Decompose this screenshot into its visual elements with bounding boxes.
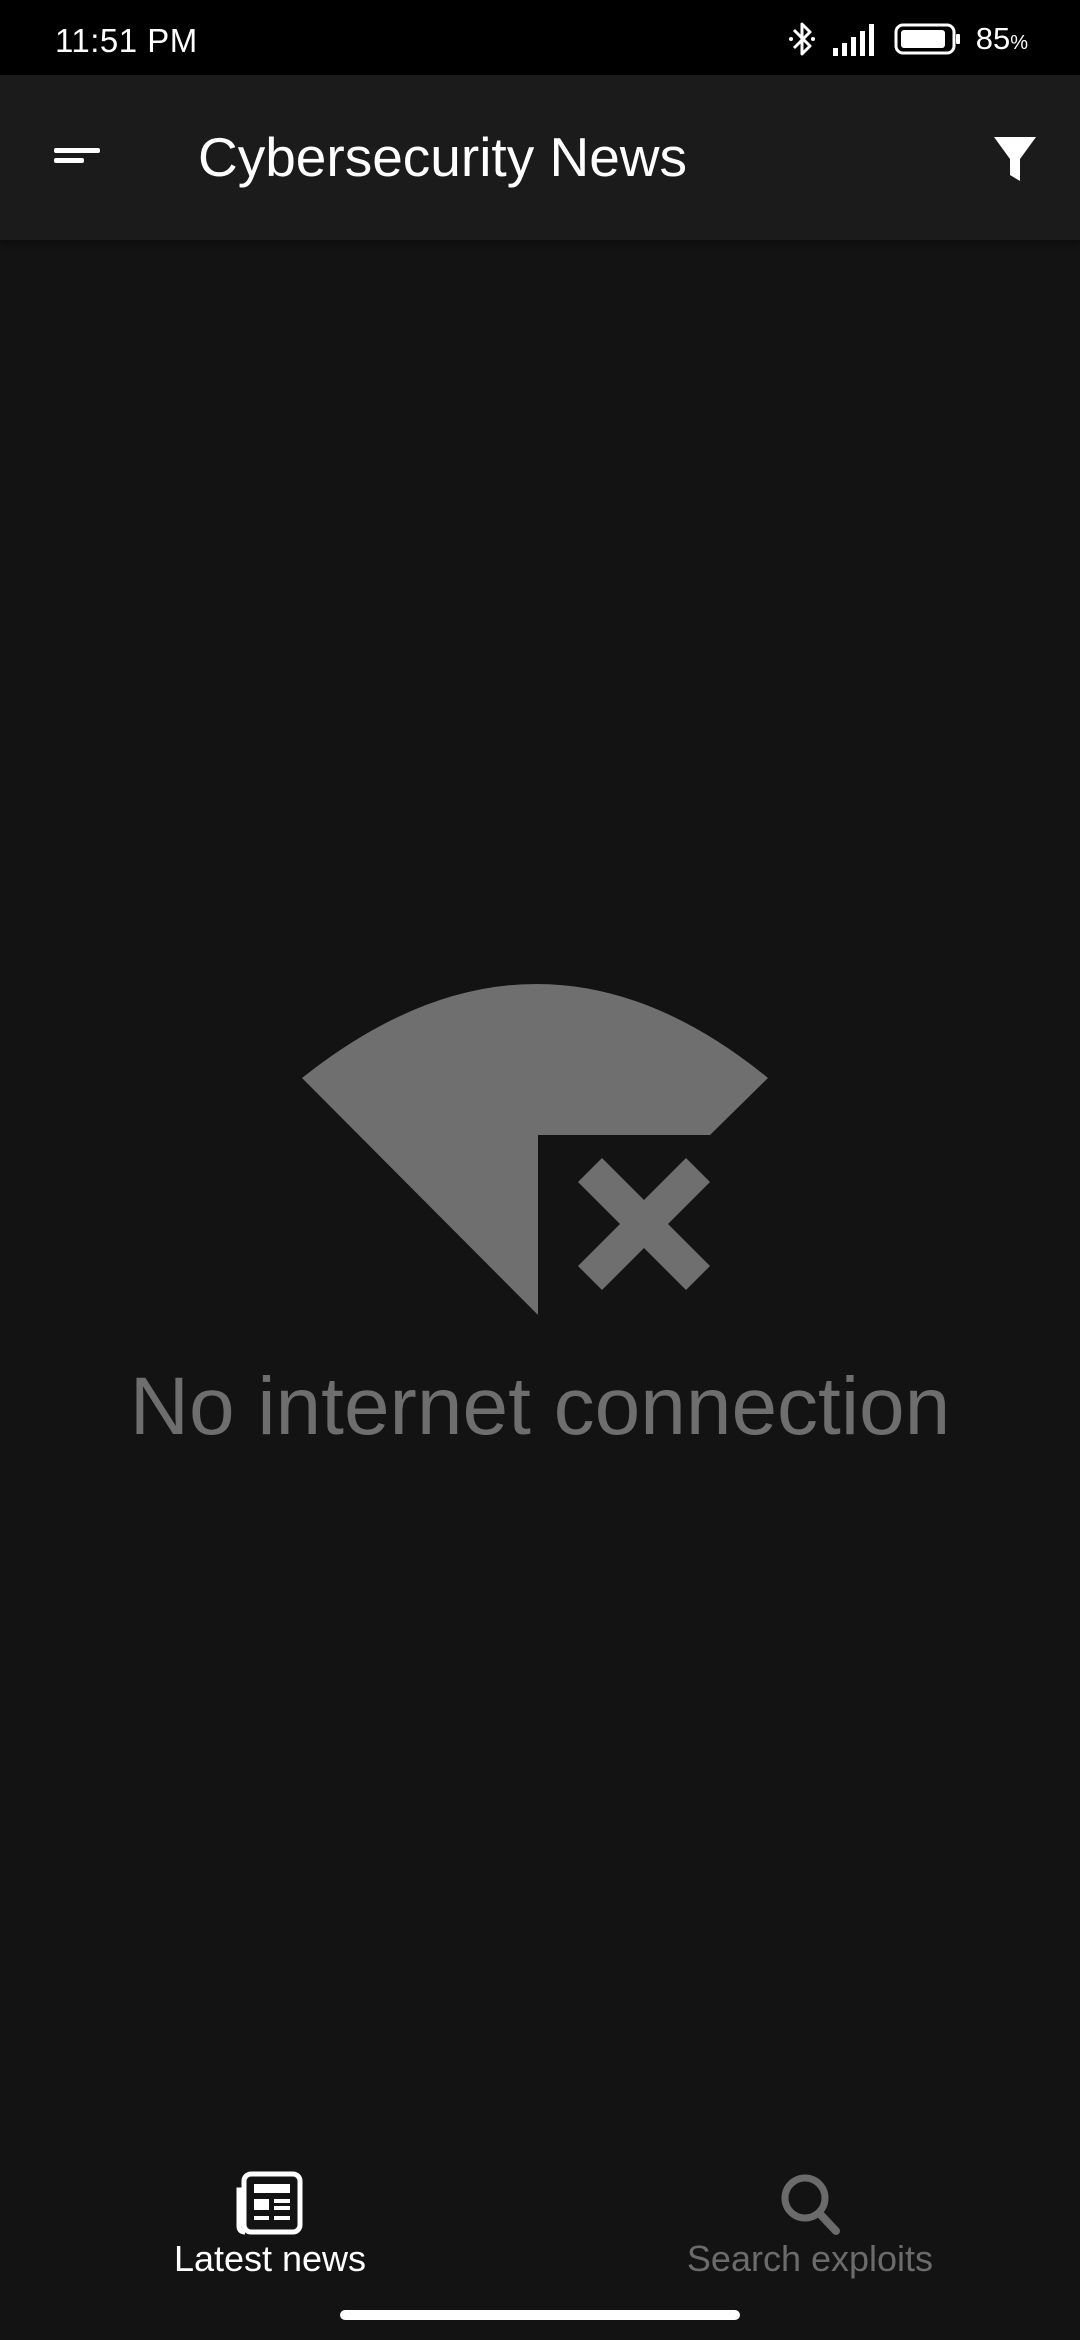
battery-percentage: 85% (976, 21, 1028, 57)
nav-label: Search exploits (686, 2238, 934, 2279)
app-bar: Cybersecurity News (0, 75, 1080, 240)
bottom-nav: Latest news Search exploits (0, 2150, 1080, 2295)
empty-state: No internet connection (0, 980, 1080, 1454)
status-icons: 85% (772, 18, 1028, 60)
battery-unit: % (1010, 32, 1028, 54)
menu-icon (54, 148, 100, 163)
newspaper-icon (236, 2171, 303, 2235)
nav-item-latest-news[interactable]: Latest news (0, 2168, 540, 2280)
filter-button[interactable] (980, 123, 1050, 193)
battery-value: 85 (975, 21, 1011, 56)
bluetooth-icon (788, 22, 815, 56)
status-bar: 11:51 PM 85% (0, 0, 1080, 75)
no-wifi-icon (302, 984, 768, 1315)
signal-icon (832, 24, 874, 56)
empty-message: No internet connection (129, 1361, 951, 1452)
search-icon (781, 2174, 840, 2235)
filter-icon (994, 137, 1036, 181)
nav-item-search-exploits[interactable]: Search exploits (540, 2168, 1080, 2280)
status-time: 11:51 PM (55, 22, 198, 59)
battery-icon (894, 23, 960, 55)
nav-label: Latest news (173, 2238, 367, 2279)
app-title: Cybersecurity News (198, 126, 688, 188)
menu-button[interactable] (40, 125, 115, 185)
gesture-bar[interactable] (340, 2310, 740, 2320)
